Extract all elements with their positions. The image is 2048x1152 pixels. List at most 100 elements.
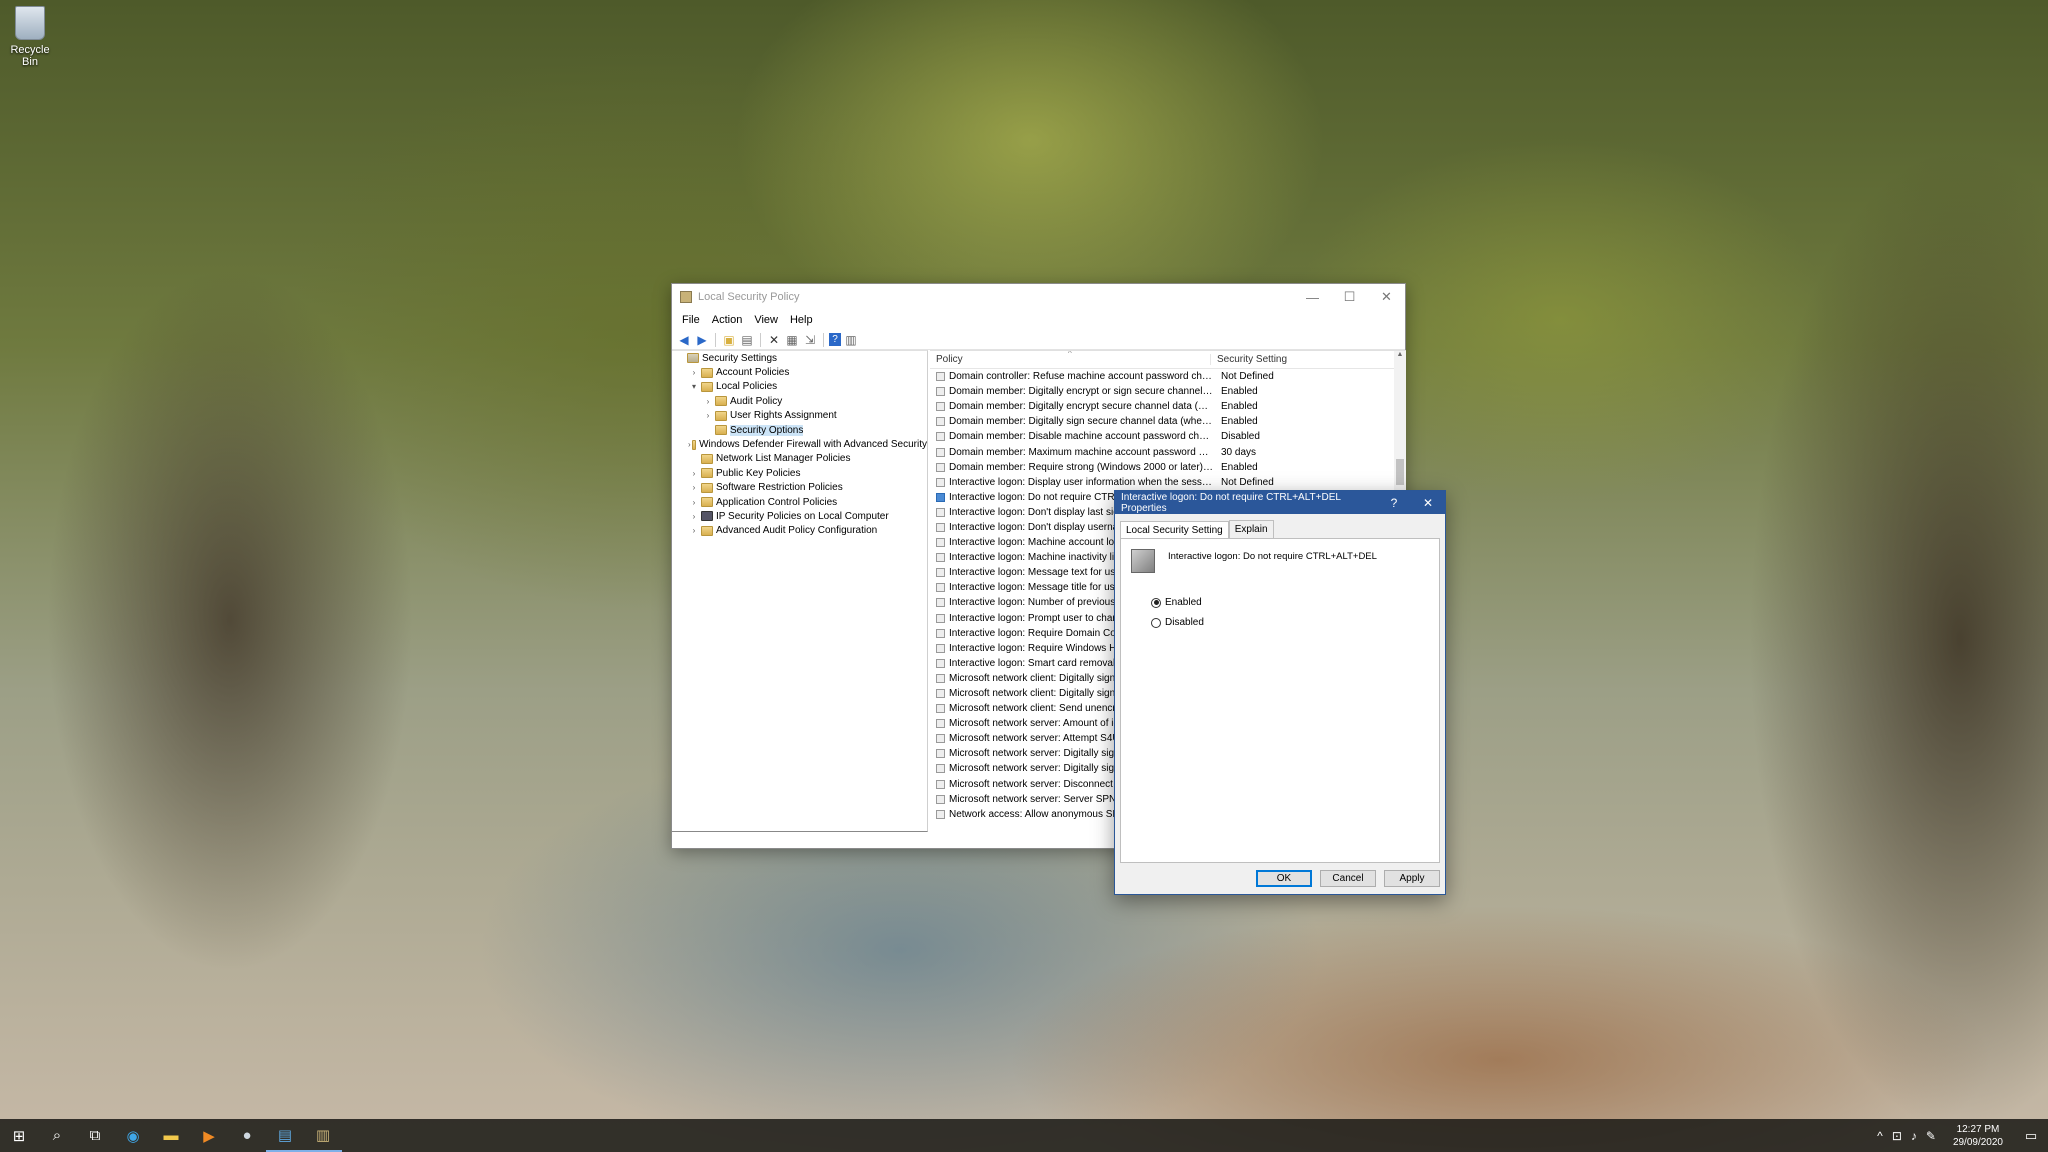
table-row[interactable]: Domain member: Disable machine account p…	[930, 429, 1406, 444]
back-icon[interactable]: ◀	[676, 332, 692, 348]
chevron-right-icon[interactable]: ›	[688, 512, 700, 521]
start-icon[interactable]: ⊞	[0, 1119, 38, 1152]
volume-icon[interactable]: ♪	[1911, 1129, 1917, 1143]
enabled-radio-dot[interactable]	[1151, 597, 1161, 608]
folder-icon	[715, 396, 727, 407]
dialog-panel: Interactive logon: Do not require CTRL+A…	[1120, 538, 1440, 863]
tree-node[interactable]: › Account Policies	[672, 365, 927, 379]
chevron-right-icon[interactable]: ›	[688, 526, 700, 535]
scroll-up-icon[interactable]: ▲	[1394, 351, 1406, 358]
search-icon[interactable]: ⌕	[38, 1119, 76, 1152]
menu-view[interactable]: View	[748, 314, 784, 326]
forward-icon[interactable]: ▶	[694, 332, 710, 348]
table-row[interactable]: Domain member: Maximum machine account p…	[930, 444, 1406, 459]
tree-node[interactable]: › IP Security Policies on Local Computer	[672, 509, 927, 523]
tree-node[interactable]: ▾ Local Policies	[672, 380, 927, 394]
disabled-radio-dot[interactable]	[1151, 617, 1161, 628]
table-row[interactable]: Domain member: Require strong (Windows 2…	[930, 460, 1406, 475]
tree-node[interactable]: › User Rights Assignment	[672, 409, 927, 423]
help-icon[interactable]: ?	[829, 333, 841, 346]
toolbar-separator	[760, 332, 761, 347]
dialog-close-button[interactable]: ✕	[1411, 496, 1445, 510]
edge-icon[interactable]: ◉	[114, 1119, 152, 1152]
tree-node[interactable]: › Advanced Audit Policy Configuration	[672, 524, 927, 538]
table-row[interactable]: Domain member: Digitally encrypt or sign…	[930, 384, 1406, 399]
disabled-radio[interactable]: Disabled	[1151, 617, 1204, 628]
taskbar: ⊞ ⌕ ⧉ ◉ ▬ ▶ ● ▤ ▥ ^ ⊡ ♪ ✎ 12:27 PM 29/09…	[0, 1119, 2048, 1152]
chevron-right-icon[interactable]: ›	[688, 368, 700, 377]
tree-node[interactable]: Security Options	[672, 423, 927, 437]
maximize-button[interactable]: ☐	[1331, 284, 1368, 310]
chevron-right-icon[interactable]: ›	[702, 411, 714, 420]
control-panel-icon[interactable]: ▤	[266, 1119, 304, 1152]
window-titlebar[interactable]: Local Security Policy — ☐ ✕	[672, 284, 1405, 310]
policy-item-icon	[936, 492, 945, 502]
tree-node[interactable]: Network List Manager Policies	[672, 452, 927, 466]
security-setting-cell: Enabled	[1221, 461, 1258, 473]
ip-security-icon	[701, 511, 713, 522]
close-button[interactable]: ✕	[1368, 284, 1405, 310]
folder-icon	[701, 497, 713, 508]
dialog-buttons: OK Cancel Apply	[1256, 870, 1440, 887]
list-header: ^ Policy Security Setting	[930, 351, 1406, 369]
policy-item-icon	[936, 689, 945, 699]
chevron-right-icon[interactable]: ›	[688, 440, 691, 449]
policy-item-icon	[936, 447, 945, 457]
security-policy-icon	[680, 291, 692, 303]
tab-local-security-setting[interactable]: Local Security Setting	[1120, 521, 1229, 539]
policy-item-icon	[936, 568, 945, 578]
chevron-right-icon[interactable]: ›	[688, 498, 700, 507]
table-row[interactable]: Domain controller: Refuse machine accoun…	[930, 369, 1406, 384]
tree-node-label: Public Key Policies	[716, 467, 801, 479]
chevron-down-icon[interactable]: ▾	[688, 382, 700, 391]
chevron-right-icon[interactable]: ›	[688, 483, 700, 492]
recycle-bin-desktop-icon[interactable]: Recycle Bin	[4, 6, 56, 68]
menu-action[interactable]: Action	[706, 314, 749, 326]
table-row[interactable]: Interactive logon: Display user informat…	[930, 475, 1406, 490]
clock[interactable]: 12:27 PM 29/09/2020	[1945, 1123, 2011, 1149]
notification-icon[interactable]: ▭	[2020, 1126, 2042, 1146]
properties-icon[interactable]: ▦	[784, 332, 800, 348]
menu-file[interactable]: File	[676, 314, 706, 326]
menu-help[interactable]: Help	[784, 314, 819, 326]
chevron-up-icon[interactable]: ^	[1877, 1129, 1883, 1143]
tree-node[interactable]: › Windows Defender Firewall with Advanced…	[672, 437, 927, 451]
security-policy-taskbar-icon[interactable]: ▥	[304, 1119, 342, 1152]
policy-item-icon	[936, 553, 945, 563]
table-row[interactable]: Domain member: Digitally encrypt secure …	[930, 399, 1406, 414]
chevron-right-icon[interactable]: ›	[702, 397, 714, 406]
dialog-titlebar[interactable]: Interactive logon: Do not require CTRL+A…	[1115, 491, 1445, 514]
tree-node-label: Security Options	[730, 424, 804, 436]
file-explorer-icon[interactable]: ▬	[152, 1119, 190, 1152]
minimize-button[interactable]: —	[1294, 284, 1331, 310]
steam-icon[interactable]: ●	[228, 1119, 266, 1152]
show-hide-tree-icon[interactable]: ▤	[739, 332, 755, 348]
table-row[interactable]: Domain member: Digitally sign secure cha…	[930, 414, 1406, 429]
delete-icon[interactable]: ✕	[766, 332, 782, 348]
policy-name-cell: Domain member: Digitally sign secure cha…	[949, 416, 1213, 428]
console-view-icon[interactable]: ▥	[843, 332, 859, 348]
column-header-setting[interactable]: Security Setting	[1210, 354, 1330, 365]
pen-icon[interactable]: ✎	[1926, 1129, 1936, 1143]
tree-node[interactable]: › Software Restriction Policies	[672, 481, 927, 495]
security-setting-cell: Enabled	[1221, 416, 1258, 428]
tree-node[interactable]: › Audit Policy	[672, 394, 927, 408]
network-icon[interactable]: ⊡	[1892, 1129, 1902, 1143]
security-setting-cell: Not Defined	[1221, 371, 1274, 383]
chevron-right-icon[interactable]: ›	[688, 469, 700, 478]
apply-button[interactable]: Apply	[1384, 870, 1440, 887]
tree-node[interactable]: › Public Key Policies	[672, 466, 927, 480]
tree-node[interactable]: Security Settings	[672, 351, 927, 365]
policy-name-cell: Domain member: Disable machine account p…	[949, 431, 1213, 443]
tab-explain[interactable]: Explain	[1228, 520, 1274, 538]
tree-node[interactable]: › Application Control Policies	[672, 495, 927, 509]
ok-button[interactable]: OK	[1256, 870, 1312, 887]
enabled-radio[interactable]: Enabled	[1151, 597, 1202, 608]
cancel-button[interactable]: Cancel	[1320, 870, 1376, 887]
dialog-help-button[interactable]: ?	[1377, 496, 1411, 510]
media-player-icon[interactable]: ▶	[190, 1119, 228, 1152]
up-folder-icon[interactable]: ▣	[721, 332, 737, 348]
task-view-icon[interactable]: ⧉	[76, 1119, 114, 1152]
scroll-thumb[interactable]	[1396, 459, 1404, 485]
export-list-icon[interactable]: ⇲	[802, 332, 818, 348]
